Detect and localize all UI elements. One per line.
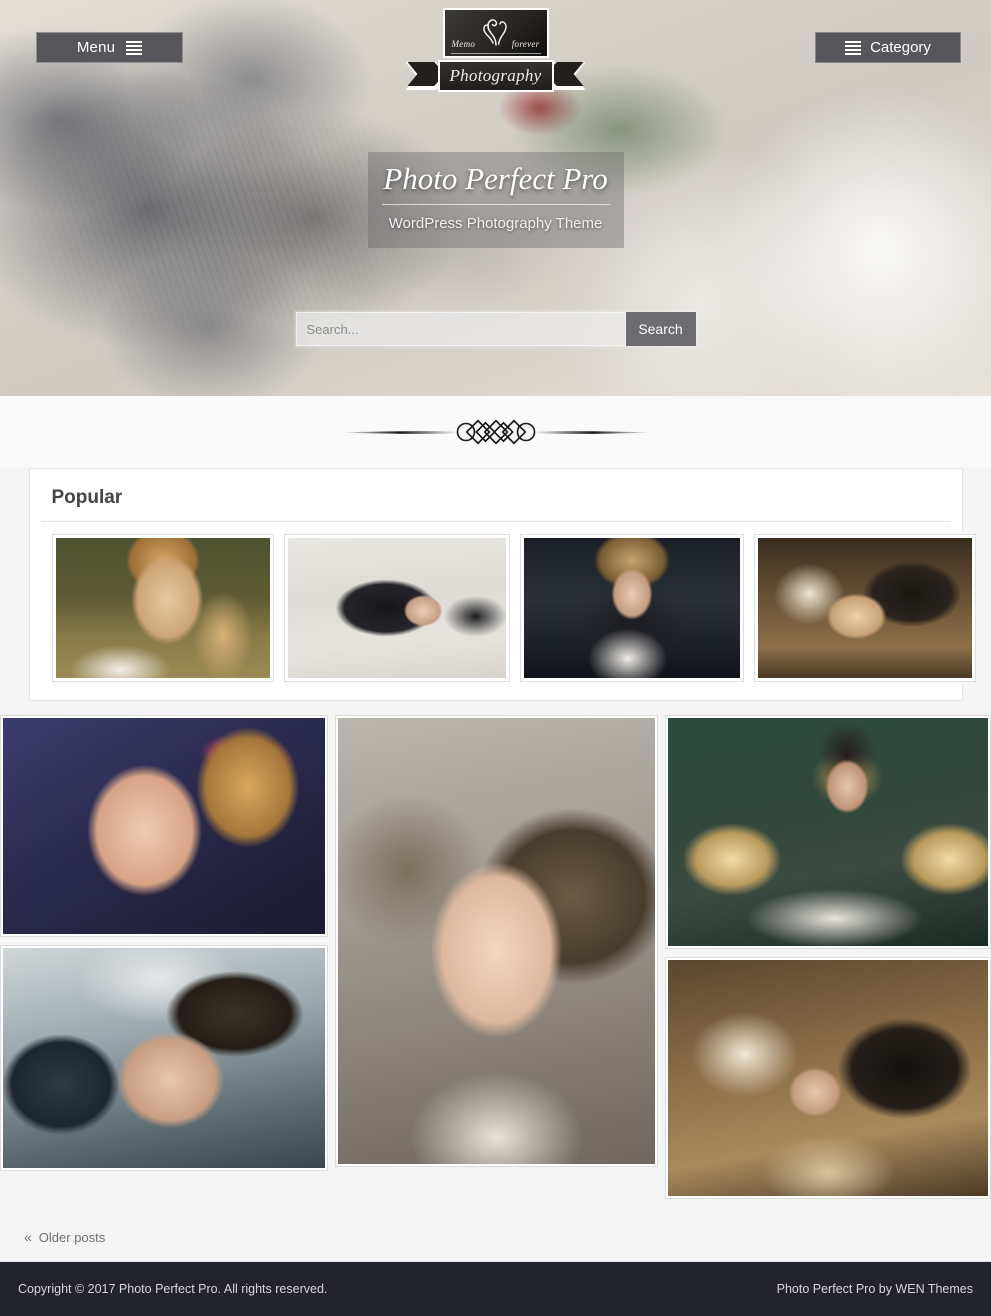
gallery-column-left: [0, 715, 328, 1199]
gallery-item-woman-on-bed-with-lamps[interactable]: [665, 715, 991, 949]
menu-button-label: Menu: [76, 39, 116, 56]
popular-thumb-3[interactable]: [519, 534, 744, 682]
logo-right-word: forever: [511, 39, 540, 49]
popular-thumbnail-row: [42, 522, 976, 686]
popular-thumb-4[interactable]: [753, 534, 976, 682]
site-footer: Copyright © 2017 Photo Perfect Pro. All …: [0, 1262, 991, 1316]
popular-image-woman-lying-in-snow: [287, 538, 506, 678]
menu-button[interactable]: Menu: [36, 32, 183, 63]
search-form: Search: [293, 310, 698, 348]
gallery-image-2: [3, 948, 325, 1168]
gallery-item-blonde-with-red-hairpiece[interactable]: [0, 715, 328, 937]
gallery-image-4: [668, 718, 989, 946]
popular-thumb-1[interactable]: [51, 534, 274, 682]
popular-image-woman-lying-hair-fanned: [757, 538, 972, 678]
pagination: « Older posts: [0, 1211, 991, 1262]
popular-section: Popular: [28, 468, 976, 701]
logo-badge: Memo forever: [442, 8, 549, 58]
logo-ribbon: Photography: [396, 60, 596, 92]
logo-left-word: Memo: [451, 39, 476, 49]
gallery-item-portrait-red-lips-woman[interactable]: [334, 715, 659, 1167]
ornament-divider-icon: [339, 419, 652, 445]
list-icon: [845, 41, 862, 55]
popular-image-blonde-woman-in-field: [55, 538, 270, 678]
category-button[interactable]: Category: [815, 32, 961, 63]
ribbon-center: Photography: [437, 60, 554, 92]
popular-heading: Popular: [41, 487, 950, 522]
search-button[interactable]: Search: [625, 312, 696, 346]
gallery-item-woman-lying-hair-fanned-large[interactable]: [665, 957, 991, 1199]
hamburger-icon: [126, 40, 143, 55]
older-posts-label: Older posts: [38, 1229, 106, 1245]
popular-image-woman-in-fur-dark-studio: [523, 538, 740, 678]
search-input[interactable]: [295, 312, 626, 346]
ribbon-label: Photography: [449, 66, 542, 85]
footer-credit-link[interactable]: Photo Perfect Pro by WEN Themes: [777, 1282, 973, 1296]
double-chevron-left-icon: «: [24, 1229, 32, 1245]
page-subtitle: WordPress Photography Theme: [388, 215, 603, 233]
hero-title-block: Photo Perfect Pro WordPress Photography …: [367, 152, 624, 249]
logo-divider-rule: [450, 53, 541, 54]
gallery-image-5: [668, 960, 989, 1196]
footer-copyright: Copyright © 2017 Photo Perfect Pro. All …: [18, 1282, 328, 1296]
gallery-grid: [0, 701, 991, 1211]
gallery-item-smiling-woman-in-fur-hood[interactable]: [0, 945, 328, 1171]
gallery-column-center: [334, 715, 659, 1199]
ornamental-divider-band: [0, 396, 991, 468]
older-posts-link[interactable]: « Older posts: [24, 1229, 105, 1245]
gallery-column-right: [665, 715, 991, 1199]
popular-thumb-2[interactable]: [283, 534, 510, 682]
category-button-label: Category: [870, 39, 931, 56]
page-title: Photo Perfect Pro: [381, 161, 610, 206]
hero-banner: Menu Category Memo forever Photography P…: [0, 0, 991, 396]
site-logo[interactable]: Memo forever Photography: [396, 8, 596, 92]
gallery-image-1: [3, 718, 325, 934]
gallery-image-3: [337, 718, 656, 1164]
